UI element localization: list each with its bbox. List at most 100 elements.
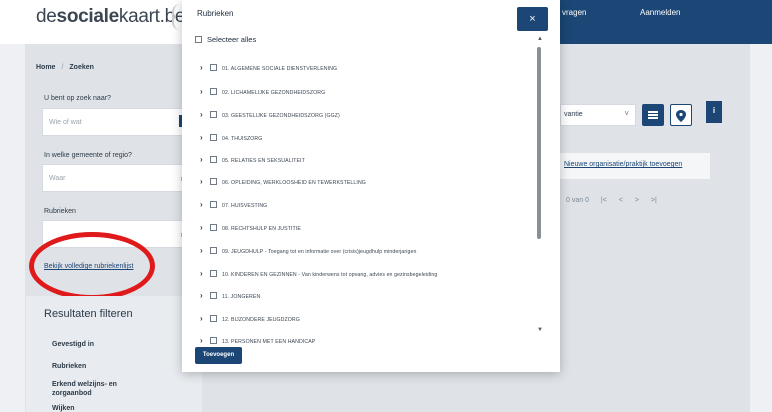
chevron-down-icon: ˅ (624, 109, 629, 118)
sort-select[interactable]: vantie ˅ (560, 104, 636, 126)
filter-erkend[interactable]: Erkend welzijns- en (52, 381, 117, 388)
where-input[interactable]: Waar › (42, 164, 188, 192)
list-item[interactable]: › 06. OPLEIDING, WERKLOOSHEID EN TEWERKST… (200, 171, 366, 186)
select-all-label: Selecteer alles (207, 35, 257, 44)
item-label: 11. JONGEREN (222, 294, 261, 300)
expand-arrow-icon[interactable]: › (200, 314, 210, 323)
map-pin-icon (676, 110, 686, 122)
list-view-button[interactable] (642, 104, 664, 126)
item-label: 01. ALGEMENE SOCIALE DIENSTVERLENING (222, 66, 338, 72)
info-tab[interactable]: i (706, 101, 722, 123)
list-item[interactable]: › 07. HUISVESTING (200, 194, 268, 209)
item-label: 10. KINDEREN EN GEZINNEN - Van kinderwen… (222, 272, 438, 278)
scroll-up-arrow-icon[interactable]: ▲ (537, 36, 543, 42)
filter-gevestigd[interactable]: Gevestigd in (52, 341, 94, 348)
item-checkbox[interactable] (210, 88, 217, 95)
map-view-button[interactable] (670, 104, 692, 126)
item-checkbox[interactable] (210, 337, 217, 344)
expand-arrow-icon[interactable]: › (200, 291, 210, 300)
item-label: 13. PERSONEN MET EEN HANDICAP (222, 339, 316, 345)
list-item[interactable]: › 05. RELATIES EN SEKSUALITEIT (200, 149, 305, 164)
expand-arrow-icon[interactable]: › (200, 133, 210, 142)
list-item[interactable]: › 12. BIJZONDERE JEUGDZORG (200, 308, 300, 323)
highlight-circle (29, 232, 155, 300)
filter-rubrieken[interactable]: Rubrieken (52, 363, 86, 370)
item-checkbox[interactable] (210, 111, 217, 118)
expand-arrow-icon[interactable]: › (200, 223, 210, 232)
expand-arrow-icon[interactable]: › (200, 200, 210, 209)
scroll-thumb[interactable] (537, 47, 541, 239)
close-button[interactable]: × (517, 7, 548, 31)
breadcrumb: Home / Zoeken (36, 64, 94, 71)
item-label: 09. JEUGDHULP - Toegang tot en informati… (222, 249, 417, 255)
item-checkbox[interactable] (210, 64, 217, 71)
list-item[interactable]: › 09. JEUGDHULP - Toegang tot en informat… (200, 240, 417, 255)
item-checkbox[interactable] (210, 224, 217, 231)
filter-erkend-2[interactable]: zorgaanbod (52, 390, 92, 397)
item-checkbox[interactable] (210, 270, 217, 277)
item-label: 03. GEESTELIJKE GEZONDHEIDSZORG (GGZ) (222, 113, 340, 119)
select-all-option[interactable]: Selecteer alles (195, 35, 256, 44)
expand-arrow-icon[interactable]: › (200, 87, 210, 96)
expand-arrow-icon[interactable]: › (200, 110, 210, 119)
site-logo[interactable]: desocialekaart.be (36, 6, 185, 28)
item-label: 08. RECHTSHULP EN JUSTITIE (222, 226, 301, 232)
breadcrumb-separator: / (61, 64, 64, 71)
item-label: 04. THUISZORG (222, 136, 263, 142)
list-item[interactable]: › 10. KINDEREN EN GEZINNEN - Van kinderwe… (200, 263, 438, 278)
new-org-box: Nieuwe organisatie/praktijk toevoegen (560, 153, 710, 179)
item-checkbox[interactable] (210, 315, 217, 322)
item-label: 02. LICHAMELIJKE GEZONDHEIDSZORG (222, 90, 326, 96)
filter-title: Resultaten filteren (44, 308, 133, 320)
expand-arrow-icon[interactable]: › (200, 155, 210, 164)
expand-arrow-icon[interactable]: › (200, 177, 210, 186)
item-checkbox[interactable] (210, 247, 217, 254)
item-checkbox[interactable] (210, 201, 217, 208)
pager-first[interactable]: |< (601, 197, 607, 204)
close-icon: × (529, 13, 536, 25)
item-label: 12. BIJZONDERE JEUGDZORG (222, 317, 300, 323)
expand-arrow-icon[interactable]: › (200, 246, 210, 255)
what-label: U bent op zoek naar? (44, 95, 111, 102)
item-checkbox[interactable] (210, 292, 217, 299)
expand-arrow-icon[interactable]: › (200, 336, 210, 345)
item-checkbox[interactable] (210, 178, 217, 185)
list-item[interactable]: › 03. GEESTELIJKE GEZONDHEIDSZORG (GGZ) (200, 104, 340, 119)
expand-arrow-icon[interactable]: › (200, 269, 210, 278)
pager-next[interactable]: > (635, 197, 639, 204)
list-item[interactable]: › 04. THUISZORG (200, 127, 263, 142)
rubrieken-label: Rubrieken (44, 208, 76, 215)
list-item[interactable]: › 08. RECHTSHULP EN JUSTITIE (200, 217, 301, 232)
modal-title: Rubrieken (197, 9, 234, 18)
list-item[interactable]: › 11. JONGEREN (200, 285, 261, 300)
rubrieken-list: › 01. ALGEMENE SOCIALE DIENSTVERLENING › 0… (182, 48, 532, 345)
new-org-link[interactable]: Nieuwe organisatie/praktijk toevoegen (564, 161, 682, 168)
list-item[interactable]: › 01. ALGEMENE SOCIALE DIENSTVERLENING (200, 57, 338, 72)
item-label: 05. RELATIES EN SEKSUALITEIT (222, 158, 305, 164)
item-label: 07. HUISVESTING (222, 203, 268, 209)
item-checkbox[interactable] (210, 134, 217, 141)
rubrieken-modal: Rubrieken × Selecteer alles › 01. ALGEMEN… (182, 0, 560, 372)
select-all-checkbox[interactable] (195, 36, 202, 43)
what-placeholder: Wie of wat (49, 119, 82, 126)
pager-last[interactable]: >| (651, 197, 657, 204)
nav-link-login[interactable]: Aanmelden (640, 8, 680, 17)
list-item[interactable]: › 13. PERSONEN MET EEN HANDICAP (200, 330, 316, 345)
where-placeholder: Waar (49, 175, 66, 182)
breadcrumb-current: Zoeken (69, 64, 94, 71)
pagination: 0 van 0 |< < > >| (566, 197, 667, 204)
list-item[interactable]: › 02. LICHAMELIJKE GEZONDHEIDSZORG (200, 81, 326, 96)
pager-prev[interactable]: < (619, 197, 623, 204)
breadcrumb-home[interactable]: Home (36, 64, 55, 71)
what-input[interactable]: Wie of wat (42, 108, 188, 136)
nav-link-vragen[interactable]: vragen (562, 8, 586, 17)
item-label: 06. OPLEIDING, WERKLOOSHEID EN TEWERKSTE… (222, 180, 366, 186)
sort-value: vantie (564, 111, 583, 118)
item-checkbox[interactable] (210, 156, 217, 163)
where-label: In welke gemeente of regio? (44, 152, 132, 159)
list-icon (648, 111, 658, 119)
filter-wijken[interactable]: Wijken (52, 405, 75, 412)
expand-arrow-icon[interactable]: › (200, 63, 210, 72)
add-button[interactable]: Toevoegen (195, 347, 242, 364)
scroll-down-arrow-icon[interactable]: ▼ (537, 327, 543, 333)
